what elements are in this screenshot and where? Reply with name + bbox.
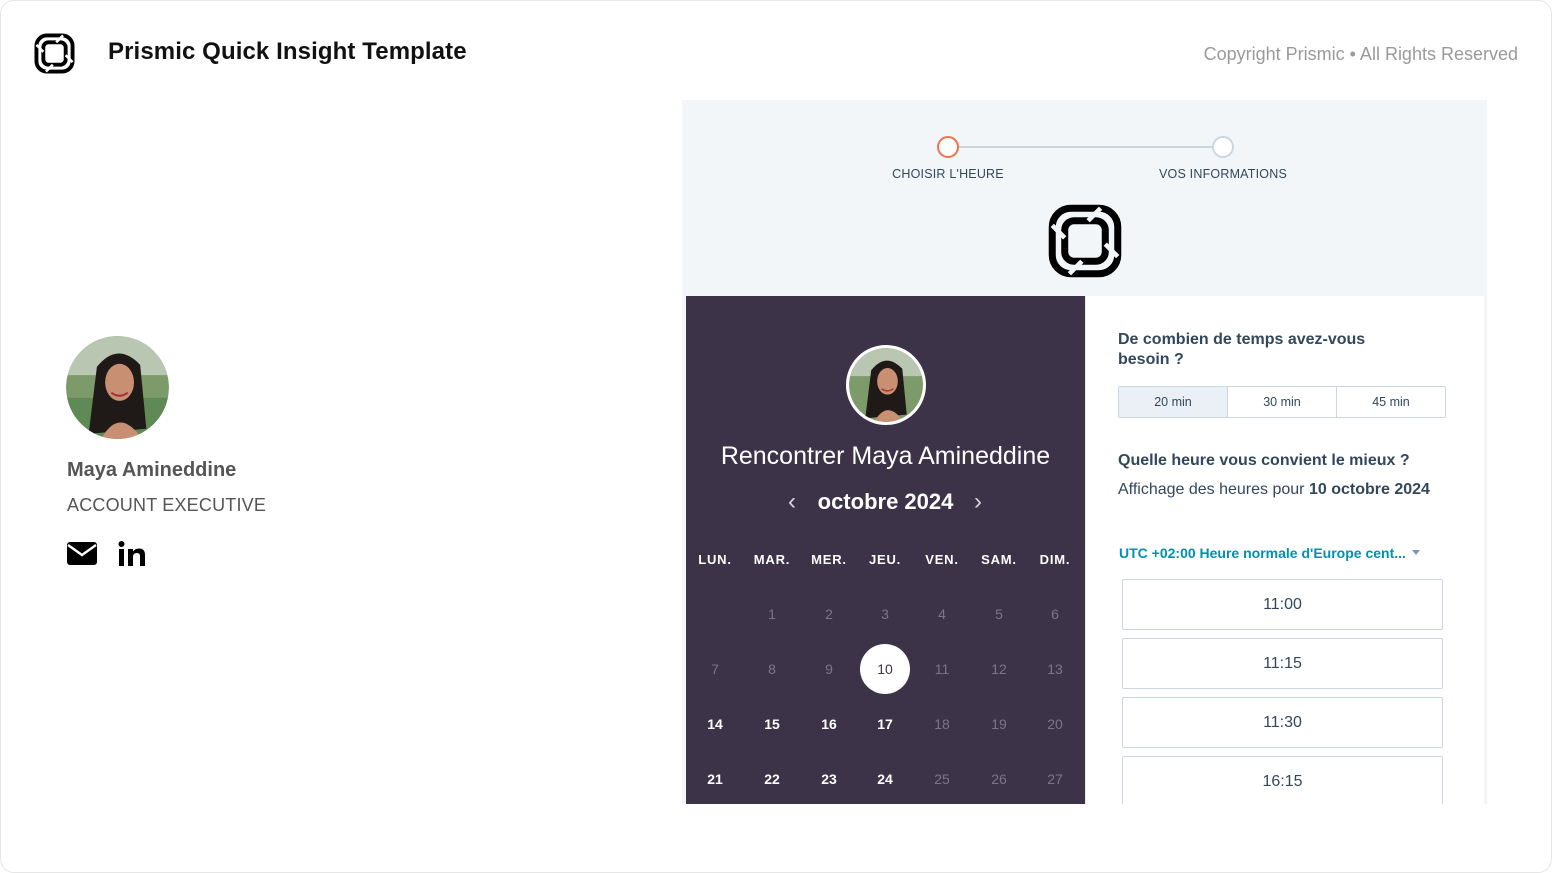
prismic-logo-icon (34, 33, 75, 74)
calendar-day: 2 (825, 606, 833, 622)
calendar-day: 11 (934, 661, 950, 677)
calendar-day: 13 (1047, 661, 1063, 677)
calendar-day: 27 (1047, 771, 1063, 787)
calendar-day[interactable]: 22 (747, 754, 797, 804)
calendar-day[interactable]: 15 (747, 699, 797, 749)
page-title: Prismic Quick Insight Template (108, 38, 467, 65)
showing-date: 10 octobre 2024 (1308, 481, 1430, 498)
mail-icon[interactable] (67, 541, 97, 567)
calendar-day: 8 (768, 661, 776, 677)
showing-date-text: Affichage des heures pour 10 octobre 202… (1118, 477, 1438, 502)
profile-role: ACCOUNT EXECUTIVE (67, 495, 267, 515)
step-dot-info (1212, 136, 1234, 158)
booking-stepper: CHOISIR L'HEURE VOS INFORMATIONS (682, 100, 1487, 296)
weekday-label: SAM. (981, 552, 1017, 567)
duration-30-button[interactable]: 30 min (1228, 387, 1337, 417)
duration-selector: 20 min 30 min 45 min (1118, 386, 1446, 418)
weekday-label: LUN. (698, 552, 732, 567)
caret-down-icon (1411, 549, 1420, 555)
calendar-day[interactable]: 23 (804, 754, 854, 804)
calendar-panel: Rencontrer Maya Amineddine ‹ octobre 202… (686, 296, 1085, 804)
next-month-button[interactable]: › (968, 488, 988, 516)
calendar-day[interactable]: 24 (860, 754, 910, 804)
time-selection-panel: De combien de temps avez-vous besoin ? 2… (1085, 296, 1484, 804)
calendar-day: 12 (991, 661, 1007, 677)
linkedin-icon[interactable] (118, 541, 148, 567)
meeting-title: Rencontrer Maya Amineddine (720, 442, 1051, 470)
month-label: octobre 2024 (817, 489, 954, 514)
calendar-day[interactable]: 14 (690, 699, 740, 749)
calendar-day: 9 (825, 661, 833, 677)
weekday-label: MER. (811, 552, 847, 567)
weekday-label: MAR. (753, 552, 791, 567)
time-question: Quelle heure vous convient le mieux ? (1118, 452, 1410, 469)
profile-name: Maya Amineddine (67, 459, 237, 481)
calendar-day-selected[interactable]: 10 (860, 644, 910, 694)
calendar-day: 20 (1047, 716, 1063, 732)
duration-45-button[interactable]: 45 min (1337, 387, 1445, 417)
weekday-label: VEN. (925, 552, 959, 567)
prismic-widget-logo-icon (1048, 204, 1122, 278)
time-slot-button[interactable]: 11:00 (1122, 579, 1443, 630)
showing-prefix: Affichage des heures pour (1118, 481, 1305, 498)
calendar-day: 5 (995, 606, 1003, 622)
host-avatar (846, 345, 926, 425)
timezone-dropdown[interactable]: UTC +02:00 Heure normale d'Europe cent..… (1119, 545, 1420, 561)
duration-question: De combien de temps avez-vous besoin ? (1118, 331, 1366, 368)
calendar-day[interactable]: 16 (804, 699, 854, 749)
calendar-day: 4 (938, 606, 946, 622)
copyright-text: Copyright Prismic • All Rights Reserved (1203, 44, 1518, 64)
calendar-day: 19 (991, 716, 1007, 732)
step-dot-time (937, 136, 959, 158)
step-label-time: CHOISIR L'HEURE (892, 167, 1004, 181)
duration-20-button[interactable]: 20 min (1119, 387, 1228, 417)
profile-avatar (66, 336, 169, 439)
calendar-day[interactable]: 17 (860, 699, 910, 749)
calendar-day: 7 (711, 661, 719, 677)
calendar-day: 26 (991, 771, 1007, 787)
timezone-label: UTC +02:00 Heure normale d'Europe cent..… (1119, 545, 1406, 561)
stepper-line (958, 146, 1214, 148)
calendar-day: 18 (934, 716, 950, 732)
time-slot-button[interactable]: 16:15 (1122, 756, 1443, 804)
step-label-info: VOS INFORMATIONS (1159, 167, 1287, 181)
calendar-day: 3 (881, 606, 889, 622)
time-slot-button[interactable]: 11:30 (1122, 697, 1443, 748)
calendar-day: 25 (934, 771, 950, 787)
booking-widget: CHOISIR L'HEURE VOS INFORMATIONS Rencont… (682, 100, 1487, 804)
month-navigation: ‹ octobre 2024 › (686, 488, 1085, 520)
weekday-label: DIM. (1039, 552, 1071, 567)
time-slot-button[interactable]: 11:15 (1122, 638, 1443, 689)
calendar-day: 6 (1051, 606, 1059, 622)
calendar-day[interactable]: 21 (690, 754, 740, 804)
weekday-label: JEU. (868, 552, 902, 567)
weekday-header: LUN. MAR. MER. JEU. VEN. SAM. DIM. (686, 552, 1085, 568)
calendar-day: 1 (768, 606, 776, 622)
